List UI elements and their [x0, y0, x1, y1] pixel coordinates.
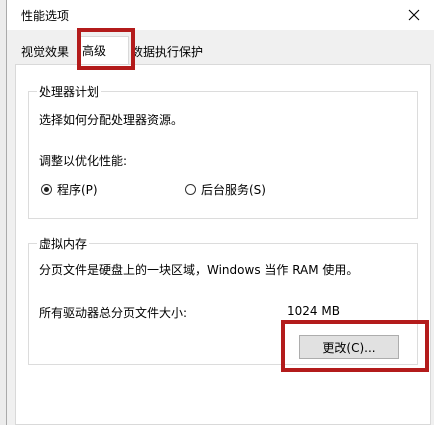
- radio-programs-label: 程序(P): [57, 183, 98, 197]
- processor-scheduling-title: 处理器计划: [37, 83, 102, 100]
- advanced-tab-panel: 处理器计划 选择如何分配处理器资源。 调整以优化性能: 程序(P) 后台服务(S…: [15, 64, 431, 425]
- virtual-memory-description: 分页文件是硬盘上的一块区域，Windows 当作 RAM 使用。: [39, 263, 359, 277]
- radio-programs[interactable]: 程序(P): [41, 181, 98, 198]
- radio-background-services[interactable]: 后台服务(S): [185, 181, 266, 198]
- paging-file-total-value: 1024 MB: [287, 304, 340, 318]
- processor-scheduling-group: 处理器计划 选择如何分配处理器资源。 调整以优化性能: 程序(P) 后台服务(S…: [28, 83, 418, 219]
- paging-file-total-label: 所有驱动器总分页文件大小:: [39, 306, 188, 320]
- dialog-title: 性能选项: [21, 9, 70, 23]
- processor-description: 选择如何分配处理器资源。: [39, 113, 184, 127]
- radio-programs-indicator[interactable]: [41, 184, 52, 195]
- title-bar: 性能选项: [7, 0, 434, 30]
- tab-data-execution-prevention[interactable]: 数据执行保护: [131, 42, 203, 63]
- tab-strip: 视觉效果 高级 数据执行保护: [7, 36, 434, 66]
- virtual-memory-title: 虚拟内存: [37, 235, 90, 252]
- tab-visual-effects[interactable]: 视觉效果: [21, 42, 69, 63]
- performance-options-dialog: 性能选项 视觉效果 高级 数据执行保护 处理器计划 选择如何分配处理器资源。 调…: [6, 0, 434, 425]
- radio-background-services-indicator[interactable]: [185, 184, 196, 195]
- close-icon: [408, 9, 420, 21]
- virtual-memory-group: 虚拟内存 分页文件是硬盘上的一块区域，Windows 当作 RAM 使用。 所有…: [28, 235, 418, 365]
- radio-background-services-label: 后台服务(S): [201, 183, 266, 197]
- close-button[interactable]: [397, 2, 431, 28]
- optimize-performance-label: 调整以优化性能:: [39, 154, 128, 168]
- change-virtual-memory-button[interactable]: 更改(C)...: [299, 335, 399, 359]
- tab-advanced[interactable]: 高级: [77, 36, 129, 64]
